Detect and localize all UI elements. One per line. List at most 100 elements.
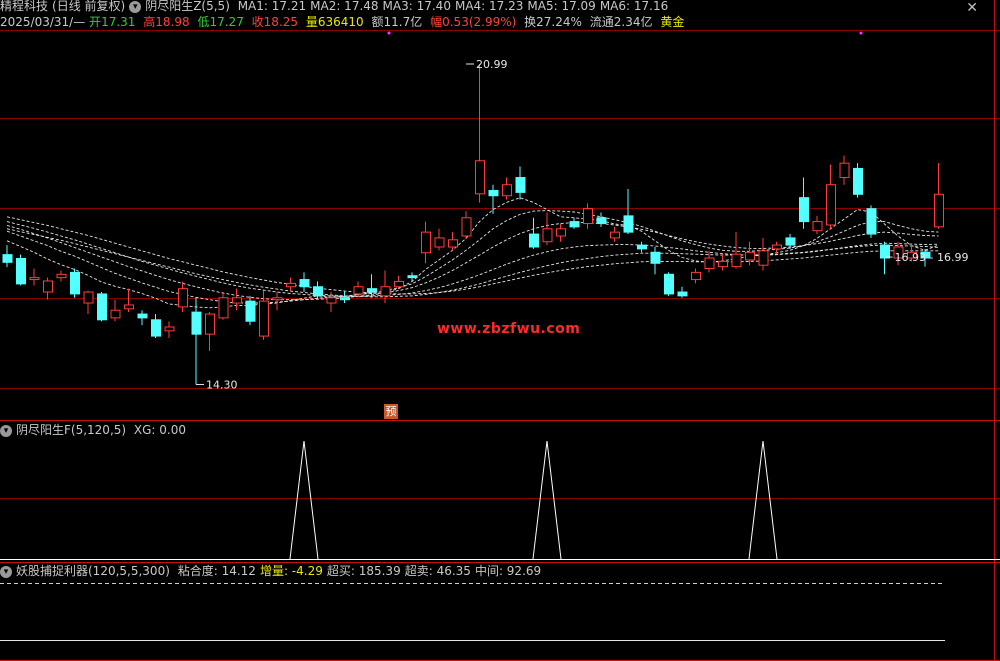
candle-body-3	[43, 280, 53, 293]
candle-body-52	[704, 257, 715, 270]
turnover-label: 换	[524, 15, 537, 29]
candle-body-9	[124, 304, 134, 310]
candle-body-5	[70, 271, 80, 295]
candle-body-69	[934, 193, 944, 228]
sub1-title[interactable]: 阴尽阳生F(5,120,5)	[16, 423, 126, 437]
candle-body-31	[421, 231, 431, 254]
ma-values: MA1: 17.21 MA2: 17.48 MA3: 17.40 MA4: 17.23…	[238, 0, 673, 13]
candle-body-62	[839, 162, 850, 179]
high-value: 18.98	[155, 15, 190, 29]
candle-body-21	[286, 282, 296, 288]
candle-body-25	[340, 297, 350, 301]
sub1-xg: XG: 0.00	[133, 423, 187, 437]
forecast-tag: 预	[384, 404, 398, 419]
candle-body-59	[799, 197, 809, 223]
sub1-header: ▾ 阴尽阳生F(5,120,5) XG: 0.00	[0, 422, 190, 438]
candle-body-14	[191, 311, 202, 335]
ma-label-1: MA1: 17.21	[237, 0, 307, 13]
xg-spike-1	[532, 440, 562, 560]
price-annotation-1: 14.30	[206, 378, 238, 391]
candle-body-50	[677, 291, 688, 297]
candle-body-33	[448, 239, 458, 248]
candle-body-37	[502, 184, 512, 197]
candle-body-63	[853, 167, 863, 195]
close-value: 18.25	[263, 15, 299, 29]
signal-dot-1	[859, 31, 863, 35]
float-label: 流通	[589, 15, 614, 29]
candle-body-53	[718, 260, 728, 268]
candle-body-13	[178, 288, 188, 308]
close-icon[interactable]: ✕	[966, 0, 978, 16]
amount-label: 额	[371, 15, 384, 29]
float-value: 2.34亿	[613, 15, 653, 29]
low-label: 低	[197, 15, 210, 29]
candle-body-12	[164, 326, 175, 332]
ma-label-2: MA2: 17.48	[310, 0, 379, 13]
candle-body-0	[2, 254, 13, 263]
candle-body-54	[731, 253, 742, 268]
indicator-name[interactable]: 阴尽阳生Z(5,5)	[145, 0, 230, 13]
sub2-value-5: 中间: 92.69	[474, 564, 542, 578]
candle-body-64	[866, 208, 877, 235]
ma-label-3: MA3: 17.40	[382, 0, 451, 13]
candle-body-61	[826, 184, 836, 226]
candle-body-23	[313, 286, 323, 297]
candle-body-32	[434, 237, 445, 248]
ma-line-4	[6, 221, 939, 297]
candle-body-28	[380, 286, 391, 297]
volume-value: 636410	[317, 15, 364, 29]
ma-line-3	[6, 222, 939, 301]
ma-line-5	[6, 216, 939, 295]
candle-body-41	[556, 228, 566, 237]
candle-body-38	[515, 177, 526, 193]
sub2-values: 粘合度: 14.12 增量: -4.29 超买: 185.39 超卖: 46.35 中间…	[178, 564, 545, 578]
high-label: 高	[143, 15, 156, 29]
chevron-down-icon[interactable]: ▾	[129, 0, 142, 13]
candle-body-6	[83, 291, 94, 304]
chevron-down-icon[interactable]: ▾	[0, 565, 12, 578]
candle-body-8	[110, 309, 121, 319]
price-annotation-0: 20.99	[476, 58, 508, 71]
candle-body-39	[529, 233, 539, 248]
candle-body-19	[259, 300, 269, 337]
candle-body-40	[542, 228, 553, 243]
period-label[interactable]: (日线 前复权)	[52, 0, 125, 13]
ma-line-1	[6, 197, 939, 309]
candle-body-44	[596, 217, 607, 225]
sub2-header: ▾ 妖股捕捉利器(120,5,5,300) 粘合度: 14.12 增量: -4.29…	[0, 563, 549, 579]
candle-body-49	[664, 273, 674, 295]
candle-body-43	[583, 208, 593, 225]
candle-body-36	[488, 189, 499, 197]
candle-body-7	[97, 293, 107, 321]
volume-label: 量	[305, 15, 318, 29]
sub2-value-1: 粘合度: 14.12	[177, 564, 256, 578]
xg-spike-0	[289, 440, 319, 560]
open-value: 17.31	[101, 15, 136, 29]
candle-body-30	[407, 275, 418, 279]
candle-body-51	[691, 271, 701, 281]
candle-body-35	[475, 160, 485, 195]
candle-body-15	[205, 313, 215, 335]
sub2-title[interactable]: 妖股捕捉利器(120,5,5,300)	[16, 564, 170, 578]
candle-body-2	[29, 277, 40, 281]
main-header-line2: 2025/03/31/— 开17.31 高18.98 低17.27 收18.25…	[0, 14, 688, 30]
chevron-down-icon[interactable]: ▾	[0, 424, 12, 437]
candle-body-60	[812, 221, 823, 232]
ma-label-4: MA4: 17.23	[454, 0, 524, 13]
ma-line-2	[6, 210, 939, 304]
candle-body-24	[326, 297, 337, 304]
candle-body-20	[272, 297, 283, 301]
main-header-line1: 精程科技 (日线 前复权) ▾ 阴尽阳生Z(5,5) MA1: 17.21 MA2: 1…	[0, 0, 676, 14]
candle-body-42	[569, 221, 580, 228]
candle-body-11	[151, 319, 161, 337]
candle-body-27	[367, 288, 377, 293]
candle-body-56	[758, 250, 769, 266]
close-label: 收	[251, 15, 264, 29]
candle-body-55	[745, 251, 755, 261]
watermark-text: www.zbzfwu.com	[437, 321, 581, 337]
stock-name: 精程科技	[0, 0, 49, 13]
candle-body-22	[299, 279, 310, 288]
candle-body-4	[56, 273, 67, 279]
candle-body-1	[16, 257, 26, 285]
candle-body-10	[137, 313, 148, 319]
